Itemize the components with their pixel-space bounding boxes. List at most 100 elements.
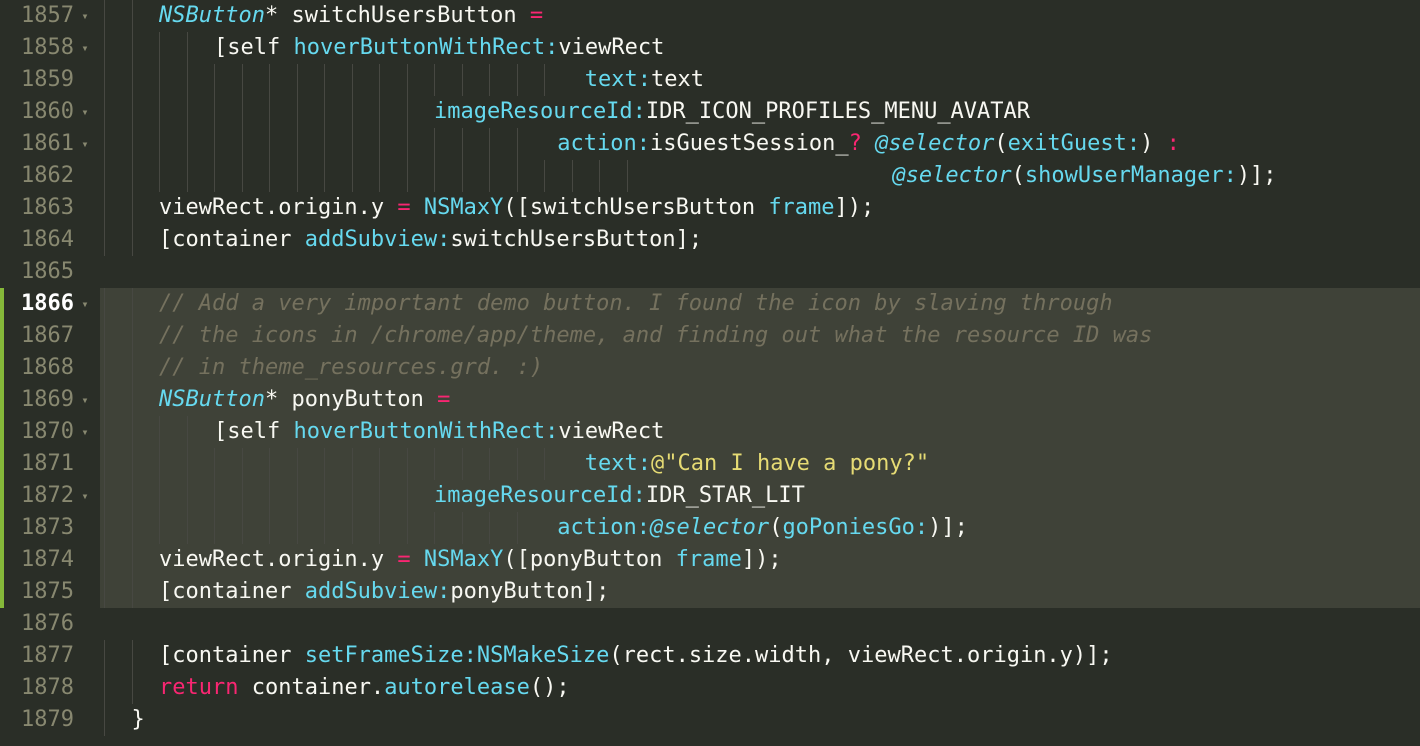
code-line[interactable]: NSButton* switchUsersButton =	[100, 0, 1420, 32]
code-line[interactable]: text:@"Can I have a pony?"	[100, 448, 1420, 480]
fold-toggle-icon[interactable]: ▾	[78, 96, 92, 128]
indent-guide	[104, 320, 132, 352]
token: @selector	[875, 131, 994, 156]
indent-guide	[407, 160, 435, 192]
line-number[interactable]: 1872	[21, 480, 78, 512]
code-line[interactable]: [container setFrameSize:NSMakeSize(rect.…	[100, 640, 1420, 672]
code-line[interactable]	[100, 256, 1420, 288]
indent-guide	[187, 512, 215, 544]
line-number[interactable]: 1859	[21, 64, 78, 96]
line-number[interactable]: 1869	[21, 384, 78, 416]
line-number[interactable]: 1857	[21, 0, 78, 32]
token: NSButton	[159, 3, 265, 28]
change-marker	[0, 384, 4, 416]
token: ]);	[835, 195, 875, 220]
token: showUserManager:	[1025, 163, 1237, 188]
indent-guide	[297, 64, 325, 96]
indent-guide	[187, 160, 215, 192]
line-number[interactable]: 1864	[21, 224, 78, 256]
line-number[interactable]: 1860	[21, 96, 78, 128]
code-line[interactable]: imageResourceId:IDR_ICON_PROFILES_MENU_A…	[100, 96, 1420, 128]
code-editor[interactable]: 1857▾1858▾18591860▾1861▾1862186318641865…	[0, 0, 1420, 746]
code-line[interactable]: NSButton* ponyButton =	[100, 384, 1420, 416]
indent-guide	[242, 160, 270, 192]
line-number[interactable]: 1870	[21, 416, 78, 448]
fold-toggle-icon[interactable]: ▾	[78, 32, 92, 64]
code-line[interactable]: viewRect.origin.y = NSMaxY([switchUsersB…	[100, 192, 1420, 224]
token: [container	[159, 227, 305, 252]
code-line[interactable]: return container.autorelease();	[100, 672, 1420, 704]
indent-guide	[159, 32, 187, 64]
line-number[interactable]: 1875	[21, 576, 78, 608]
fold-toggle-icon[interactable]: ▾	[78, 0, 92, 32]
indent-guide	[297, 448, 325, 480]
code-line[interactable]: // in theme_resources.grd. :)	[100, 352, 1420, 384]
fold-toggle-icon[interactable]: ▾	[78, 416, 92, 448]
code-line[interactable]: text:text	[100, 64, 1420, 96]
line-number[interactable]: 1868	[21, 352, 78, 384]
indent-guide	[214, 480, 242, 512]
token: addSubview:	[305, 227, 451, 252]
line-number[interactable]: 1867	[21, 320, 78, 352]
code-line[interactable]	[100, 608, 1420, 640]
line-number[interactable]: 1858	[21, 32, 78, 64]
indent-guide	[599, 160, 627, 192]
token: ();	[530, 675, 570, 700]
code-line[interactable]: [container addSubview:switchUsersButton]…	[100, 224, 1420, 256]
token: =	[530, 3, 543, 28]
code-line[interactable]: action:isGuestSession_? @selector(exitGu…	[100, 128, 1420, 160]
line-number[interactable]: 1861	[21, 128, 78, 160]
code-line[interactable]: }	[100, 704, 1420, 736]
token: * ponyButton	[265, 387, 437, 412]
indent-guide	[132, 128, 160, 160]
line-number[interactable]: 1879	[21, 704, 78, 736]
indent-guide	[104, 672, 132, 704]
code-line[interactable]: [self hoverButtonWithRect:viewRect	[100, 32, 1420, 64]
line-number[interactable]: 1866	[21, 288, 78, 320]
code-line[interactable]: action:@selector(goPoniesGo:)];	[100, 512, 1420, 544]
indent-guide	[517, 160, 545, 192]
code-line[interactable]: imageResourceId:IDR_STAR_LIT	[100, 480, 1420, 512]
code-line[interactable]: // Add a very important demo button. I f…	[100, 288, 1420, 320]
fold-toggle-icon[interactable]: ▾	[78, 480, 92, 512]
line-number[interactable]: 1873	[21, 512, 78, 544]
change-marker	[0, 480, 4, 512]
line-number[interactable]: 1877	[21, 640, 78, 672]
indent-guide	[104, 32, 132, 64]
code-line[interactable]: [container addSubview:ponyButton];	[100, 576, 1420, 608]
line-number[interactable]: 1874	[21, 544, 78, 576]
token: goPoniesGo:	[782, 515, 928, 540]
indent-guide	[352, 64, 380, 96]
indent-guide	[434, 64, 462, 96]
line-number[interactable]: 1863	[21, 192, 78, 224]
gutter-row: 1864	[0, 224, 92, 256]
indent-guide	[214, 128, 242, 160]
code-area[interactable]: NSButton* switchUsersButton = [self hove…	[100, 0, 1420, 746]
line-number[interactable]: 1862	[21, 160, 78, 192]
fold-toggle-icon[interactable]: ▾	[78, 288, 92, 320]
indent-guide	[159, 64, 187, 96]
code-line[interactable]: viewRect.origin.y = NSMaxY([ponyButton f…	[100, 544, 1420, 576]
indent-guide	[489, 160, 517, 192]
indent-guide	[269, 96, 297, 128]
line-number[interactable]: 1865	[21, 256, 78, 288]
indent-guide	[104, 96, 132, 128]
fold-toggle-icon[interactable]: ▾	[78, 128, 92, 160]
line-number[interactable]: 1876	[21, 608, 78, 640]
code-line[interactable]: [self hoverButtonWithRect:viewRect	[100, 416, 1420, 448]
indent-guide	[324, 96, 352, 128]
token: action:	[557, 131, 650, 156]
indent-guide	[269, 160, 297, 192]
indent-guide	[159, 96, 187, 128]
indent-guide	[407, 128, 435, 160]
line-number[interactable]: 1878	[21, 672, 78, 704]
indent-guide	[324, 512, 352, 544]
indent-guide	[132, 448, 160, 480]
indent-guide	[544, 160, 572, 192]
line-number[interactable]: 1871	[21, 448, 78, 480]
indent-guide	[104, 448, 132, 480]
fold-toggle-icon[interactable]: ▾	[78, 384, 92, 416]
token	[411, 547, 424, 572]
code-line[interactable]: // the icons in /chrome/app/theme, and f…	[100, 320, 1420, 352]
code-line[interactable]: @selector(showUserManager:)];	[100, 160, 1420, 192]
